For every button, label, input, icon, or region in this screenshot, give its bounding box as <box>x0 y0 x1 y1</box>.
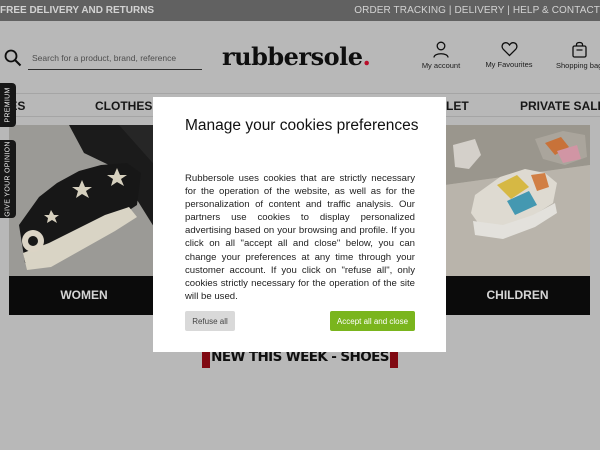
cookie-consent-modal: Manage your cookies preferences Rubberso… <box>153 97 446 352</box>
cookie-modal-body: Rubbersole uses cookies that are strictl… <box>185 173 415 302</box>
cookie-modal-title: Manage your cookies preferences <box>185 117 419 134</box>
accept-all-button[interactable]: Accept all and close <box>330 311 415 331</box>
refuse-all-button[interactable]: Refuse all <box>185 311 235 331</box>
